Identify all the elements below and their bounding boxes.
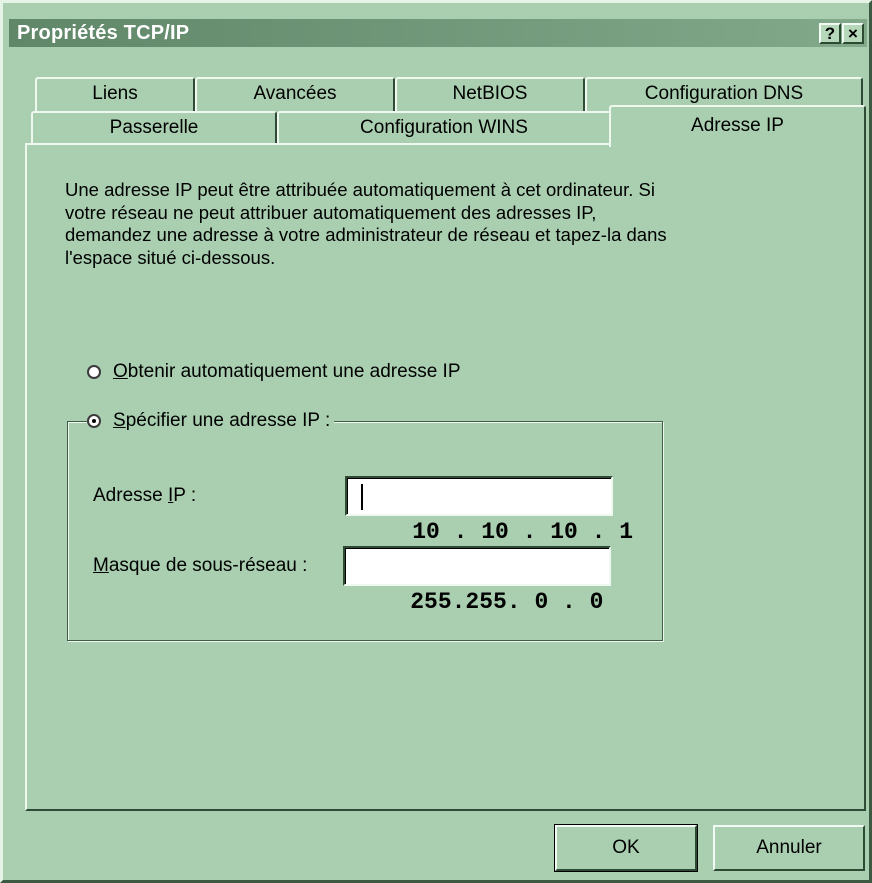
ip-address-input[interactable]: 10 . 10 . 10 . 1 bbox=[345, 476, 633, 545]
radio-specify-label: Spécifier une adresse IP : bbox=[113, 410, 330, 432]
description-text: Une adresse IP peut être attribuée autom… bbox=[65, 179, 667, 268]
radio-obtain-auto[interactable]: Obtenir automatiquement une adresse IP bbox=[87, 359, 465, 385]
accelerator-key: M bbox=[93, 555, 109, 576]
ip-address-label: Adresse IP : bbox=[93, 485, 196, 507]
radio-button-selected[interactable] bbox=[87, 414, 101, 428]
subnet-mask-input[interactable]: 255.255. 0 . 0 bbox=[343, 546, 611, 615]
window-title: Propriétés TCP/IP bbox=[17, 22, 190, 44]
accelerator-key: O bbox=[113, 361, 128, 382]
tab-liens[interactable]: Liens bbox=[35, 77, 195, 111]
ip-label-before: Adresse bbox=[93, 485, 168, 506]
ip-address-value: 10 . 10 . 10 . 1 bbox=[412, 519, 634, 545]
subnet-mask-value: 255.255. 0 . 0 bbox=[410, 589, 604, 615]
tab-configuration-wins[interactable]: Configuration WINS bbox=[277, 111, 611, 145]
text-caret bbox=[361, 484, 363, 510]
tab-netbios[interactable]: NetBIOS bbox=[395, 77, 585, 111]
title-bar: Propriétés TCP/IP ? × bbox=[9, 19, 867, 47]
ip-label-after: P : bbox=[173, 485, 197, 506]
tcpip-properties-dialog: Propriétés TCP/IP ? × Liens Avancées Net… bbox=[0, 0, 872, 883]
tab-avancees[interactable]: Avancées bbox=[195, 77, 395, 111]
tab-passerelle[interactable]: Passerelle bbox=[31, 111, 277, 145]
radio-auto-label-text: btenir automatiquement une adresse IP bbox=[127, 361, 461, 382]
help-button[interactable]: ? bbox=[819, 23, 841, 44]
cancel-button[interactable]: Annuler bbox=[713, 825, 865, 871]
radio-button[interactable] bbox=[87, 365, 101, 379]
mask-label-after: asque de sous-réseau : bbox=[108, 555, 308, 576]
radio-specify-label-text: pécifier une adresse IP : bbox=[125, 410, 331, 431]
radio-specify-ip[interactable]: Spécifier une adresse IP : bbox=[87, 408, 335, 434]
tab-adresse-ip[interactable]: Adresse IP bbox=[609, 105, 866, 147]
close-button[interactable]: × bbox=[842, 23, 864, 44]
ok-button[interactable]: OK bbox=[554, 824, 698, 872]
radio-auto-label: Obtenir automatiquement une adresse IP bbox=[113, 361, 461, 383]
subnet-mask-label: Masque de sous-réseau : bbox=[93, 555, 307, 577]
accelerator-key: S bbox=[113, 410, 126, 431]
